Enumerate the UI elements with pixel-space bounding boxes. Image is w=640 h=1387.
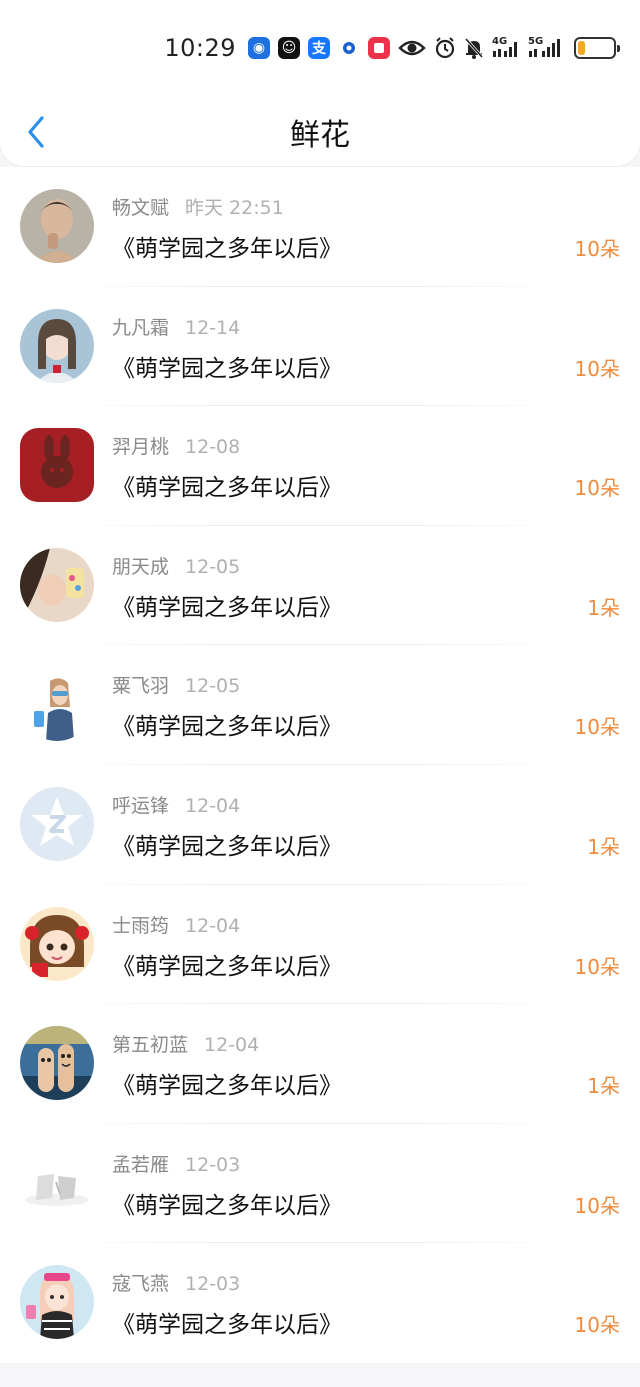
sender-name[interactable]: 粟飞羽 [112, 675, 169, 697]
send-time: 12-03 [185, 1273, 241, 1296]
flower-count: 1朵 [587, 1074, 620, 1099]
eye-icon [398, 38, 426, 58]
flower-count: 1朵 [587, 595, 620, 620]
alarm-icon [434, 37, 456, 59]
sender-name[interactable]: 士雨筠 [112, 915, 169, 937]
flower-record-list: 畅文赋 昨天 22:51 《萌学园之多年以后》 10朵 九凡霜 12-14 《萌学园… [0, 167, 640, 1363]
mute-bell-icon [464, 37, 484, 59]
avatar[interactable] [20, 786, 94, 861]
battery-level-fill [578, 41, 586, 55]
book-title[interactable]: 《萌学园之多年以后》 [112, 588, 342, 622]
send-time: 12-05 [185, 675, 241, 698]
top-header-card: 10:29 ◉ ☺ 支 4G 5G 鲜花 [0, 0, 640, 166]
avatar[interactable] [20, 428, 94, 503]
avatar[interactable] [20, 1265, 94, 1340]
book-title[interactable]: 《萌学园之多年以后》 [112, 468, 342, 502]
list-item[interactable]: 第五初蓝 12-04 《萌学园之多年以后》 1朵 [0, 1004, 640, 1124]
book-title[interactable]: 《萌学园之多年以后》 [112, 229, 342, 263]
list-item[interactable]: 孟若雁 12-03 《萌学园之多年以后》 10朵 [0, 1124, 640, 1244]
avatar[interactable] [20, 1026, 94, 1101]
book-title[interactable]: 《萌学园之多年以后》 [112, 947, 342, 981]
send-time: 12-08 [185, 436, 241, 459]
flower-count: 10朵 [574, 1313, 620, 1338]
book-title[interactable]: 《萌学园之多年以后》 [112, 827, 342, 861]
flower-count: 10朵 [574, 356, 620, 381]
book-title[interactable]: 《萌学园之多年以后》 [112, 1066, 342, 1100]
book-title[interactable]: 《萌学园之多年以后》 [112, 1305, 342, 1339]
send-time: 昨天 22:51 [185, 197, 284, 219]
flower-count: 10朵 [574, 476, 620, 501]
send-time: 12-05 [185, 555, 241, 578]
avatar[interactable] [20, 667, 94, 742]
sender-name[interactable]: 朋天成 [112, 556, 169, 578]
app-notification-icon: ◉ [248, 37, 270, 59]
list-item[interactable]: 呼运锋 12-04 《萌学园之多年以后》 1朵 [0, 765, 640, 885]
signal-4g-icon: 4G [492, 37, 520, 59]
flower-count: 10朵 [574, 237, 620, 261]
send-time: 12-14 [185, 316, 241, 339]
sender-name[interactable]: 孟若雁 [112, 1154, 169, 1176]
sender-name[interactable]: 第五初蓝 [112, 1034, 188, 1056]
battery-icon [574, 37, 620, 59]
status-time: 10:29 [164, 34, 236, 62]
status-bar: 10:29 ◉ ☺ 支 4G 5G [164, 30, 620, 66]
flower-count: 10朵 [574, 954, 620, 979]
avatar[interactable] [20, 547, 94, 622]
avatar[interactable] [20, 1145, 94, 1220]
app-notification-icon [368, 37, 390, 59]
send-time: 12-04 [185, 794, 241, 817]
flower-count: 10朵 [574, 715, 620, 740]
app-notification-icon: ☺ [278, 37, 300, 59]
send-time: 12-03 [185, 1153, 241, 1176]
flower-count: 1朵 [587, 834, 620, 859]
page-title: 鲜花 [290, 118, 350, 153]
sender-name[interactable]: 羿月桃 [112, 436, 169, 458]
list-item[interactable]: 畅文赋 昨天 22:51 《萌学园之多年以后》 10朵 [0, 167, 640, 287]
avatar[interactable] [20, 906, 94, 981]
avatar[interactable] [20, 308, 94, 383]
list-item[interactable]: 羿月桃 12-08 《萌学园之多年以后》 10朵 [0, 406, 640, 526]
book-title[interactable]: 《萌学园之多年以后》 [112, 1186, 342, 1220]
alipay-icon: 支 [308, 37, 330, 59]
send-time: 12-04 [185, 914, 241, 937]
list-item[interactable]: 粟飞羽 12-05 《萌学园之多年以后》 10朵 [0, 645, 640, 765]
list-item[interactable]: 士雨筠 12-04 《萌学园之多年以后》 10朵 [0, 885, 640, 1005]
book-title[interactable]: 《萌学园之多年以后》 [112, 349, 342, 383]
avatar[interactable] [20, 189, 94, 263]
flower-count: 10朵 [574, 1193, 620, 1218]
sender-name[interactable]: 九凡霜 [112, 317, 169, 339]
bottom-spacer [0, 1363, 640, 1387]
list-item[interactable]: 朋天成 12-05 《萌学园之多年以后》 1朵 [0, 526, 640, 646]
signal-5g-icon: 5G [528, 37, 564, 59]
app-notification-icon [338, 37, 360, 59]
sender-name[interactable]: 呼运锋 [112, 795, 169, 817]
list-item[interactable]: 寇飞燕 12-03 《萌学园之多年以后》 10朵 [0, 1243, 640, 1363]
send-time: 12-04 [204, 1034, 260, 1057]
list-item[interactable]: 九凡霜 12-14 《萌学园之多年以后》 10朵 [0, 287, 640, 407]
book-title[interactable]: 《萌学园之多年以后》 [112, 707, 342, 741]
sender-name[interactable]: 寇飞燕 [112, 1273, 169, 1295]
sender-name[interactable]: 畅文赋 [112, 197, 169, 219]
